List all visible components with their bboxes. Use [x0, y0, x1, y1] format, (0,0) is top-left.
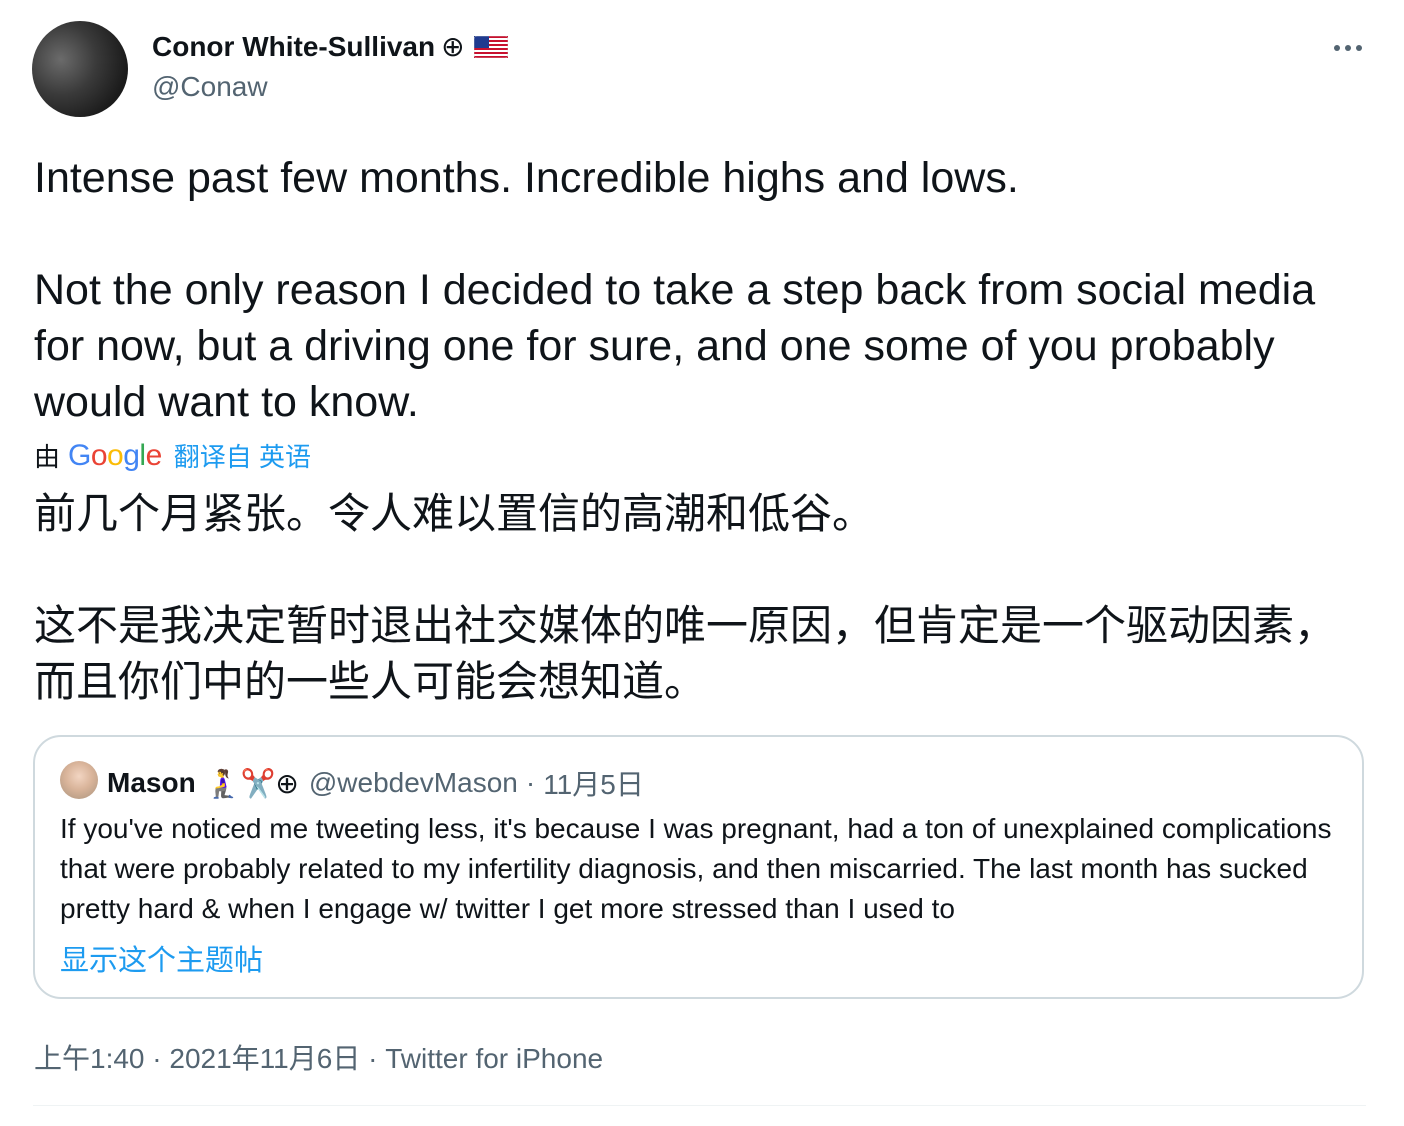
author-handle[interactable]: @Conaw — [152, 71, 268, 103]
author-name-row[interactable]: Conor White-Sullivan ⊕ — [152, 30, 509, 63]
divider — [33, 1105, 1366, 1106]
meta-separator: · — [152, 1043, 162, 1074]
quoted-author-name: Mason — [107, 767, 196, 798]
quoted-tweet-header: Mason 🧎‍♀️✂️⊕ @webdevMason · 11月5日 — [107, 763, 644, 803]
us-flag-icon — [474, 36, 509, 58]
tweet-text: Intense past few months. Incredible high… — [34, 154, 1316, 426]
translated-from-link[interactable]: 翻译自 英语 — [174, 437, 311, 474]
quoted-tweet-date: 11月5日 — [543, 769, 644, 800]
author-name-badges: ⊕ — [441, 31, 465, 62]
quoted-author-emojis: 🧎‍♀️✂️⊕ — [205, 767, 299, 799]
translation-attribution: 由 Google 翻译自 英语 — [34, 437, 311, 474]
translation-by-label: 由 — [34, 442, 61, 472]
quoted-tweet-text: If you've noticed me tweeting less, it's… — [60, 813, 1332, 924]
author-avatar[interactable] — [32, 21, 128, 117]
translated-text: 前几个月紧张。令人难以置信的高潮和低谷。 这不是我决定暂时退出社交媒体的唯一原因… — [34, 490, 1337, 705]
tweet-time[interactable]: 上午1:40 — [34, 1043, 145, 1074]
google-logo: Google — [68, 438, 162, 472]
author-display-name[interactable]: Conor White-Sullivan — [152, 31, 435, 62]
more-horizontal-icon[interactable] — [1326, 28, 1370, 68]
tweet-meta: 上午1:40 · 2021年11月6日 · Twitter for iPhone — [34, 1037, 603, 1077]
quoted-tweet-card[interactable]: Mason 🧎‍♀️✂️⊕ @webdevMason · 11月5日 If yo… — [33, 735, 1364, 999]
tweet-date[interactable]: 2021年11月6日 — [169, 1043, 360, 1074]
quoted-separator: · — [525, 767, 536, 798]
show-thread-link[interactable]: 显示这个主题帖 — [60, 937, 263, 979]
tweet-source[interactable]: Twitter for iPhone — [385, 1043, 603, 1074]
quoted-author-handle: @webdevMason — [308, 767, 518, 798]
quoted-author-avatar — [60, 761, 98, 799]
meta-separator: · — [368, 1043, 378, 1074]
